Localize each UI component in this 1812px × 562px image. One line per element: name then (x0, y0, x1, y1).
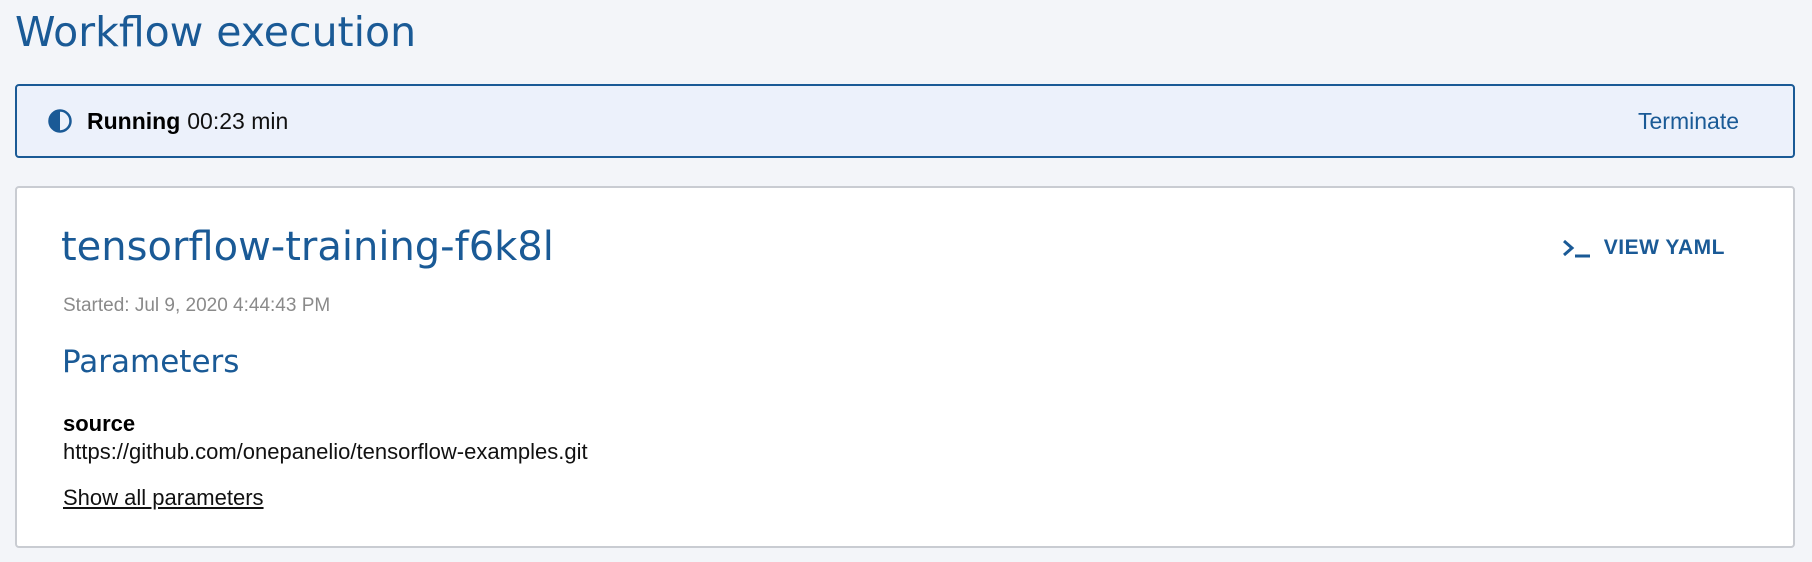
view-yaml-button[interactable]: VIEW YAML (1562, 236, 1725, 260)
elapsed-time: 00:23 min (187, 107, 289, 134)
parameters-heading: Parameters (62, 344, 240, 380)
terminate-button[interactable]: Terminate (1638, 108, 1739, 135)
parameter-value: https://github.com/onepanelio/tensorflow… (63, 439, 588, 464)
view-yaml-label: VIEW YAML (1603, 236, 1725, 259)
workflow-name: tensorflow-training-f6k8l (61, 224, 554, 270)
workflow-details-card: tensorflow-training-f6k8l VIEW YAML Star… (15, 186, 1795, 548)
page-title: Workflow execution (15, 8, 417, 56)
half-circle-icon (47, 108, 73, 134)
started-timestamp: Started: Jul 9, 2020 4:44:43 PM (63, 295, 331, 316)
parameter-name: source (63, 411, 136, 436)
status-label: Running (87, 107, 181, 134)
terminal-icon (1562, 237, 1592, 259)
status-banner: Running 00:23 min Terminate (15, 84, 1795, 158)
show-all-parameters-link[interactable]: Show all parameters (63, 485, 264, 511)
